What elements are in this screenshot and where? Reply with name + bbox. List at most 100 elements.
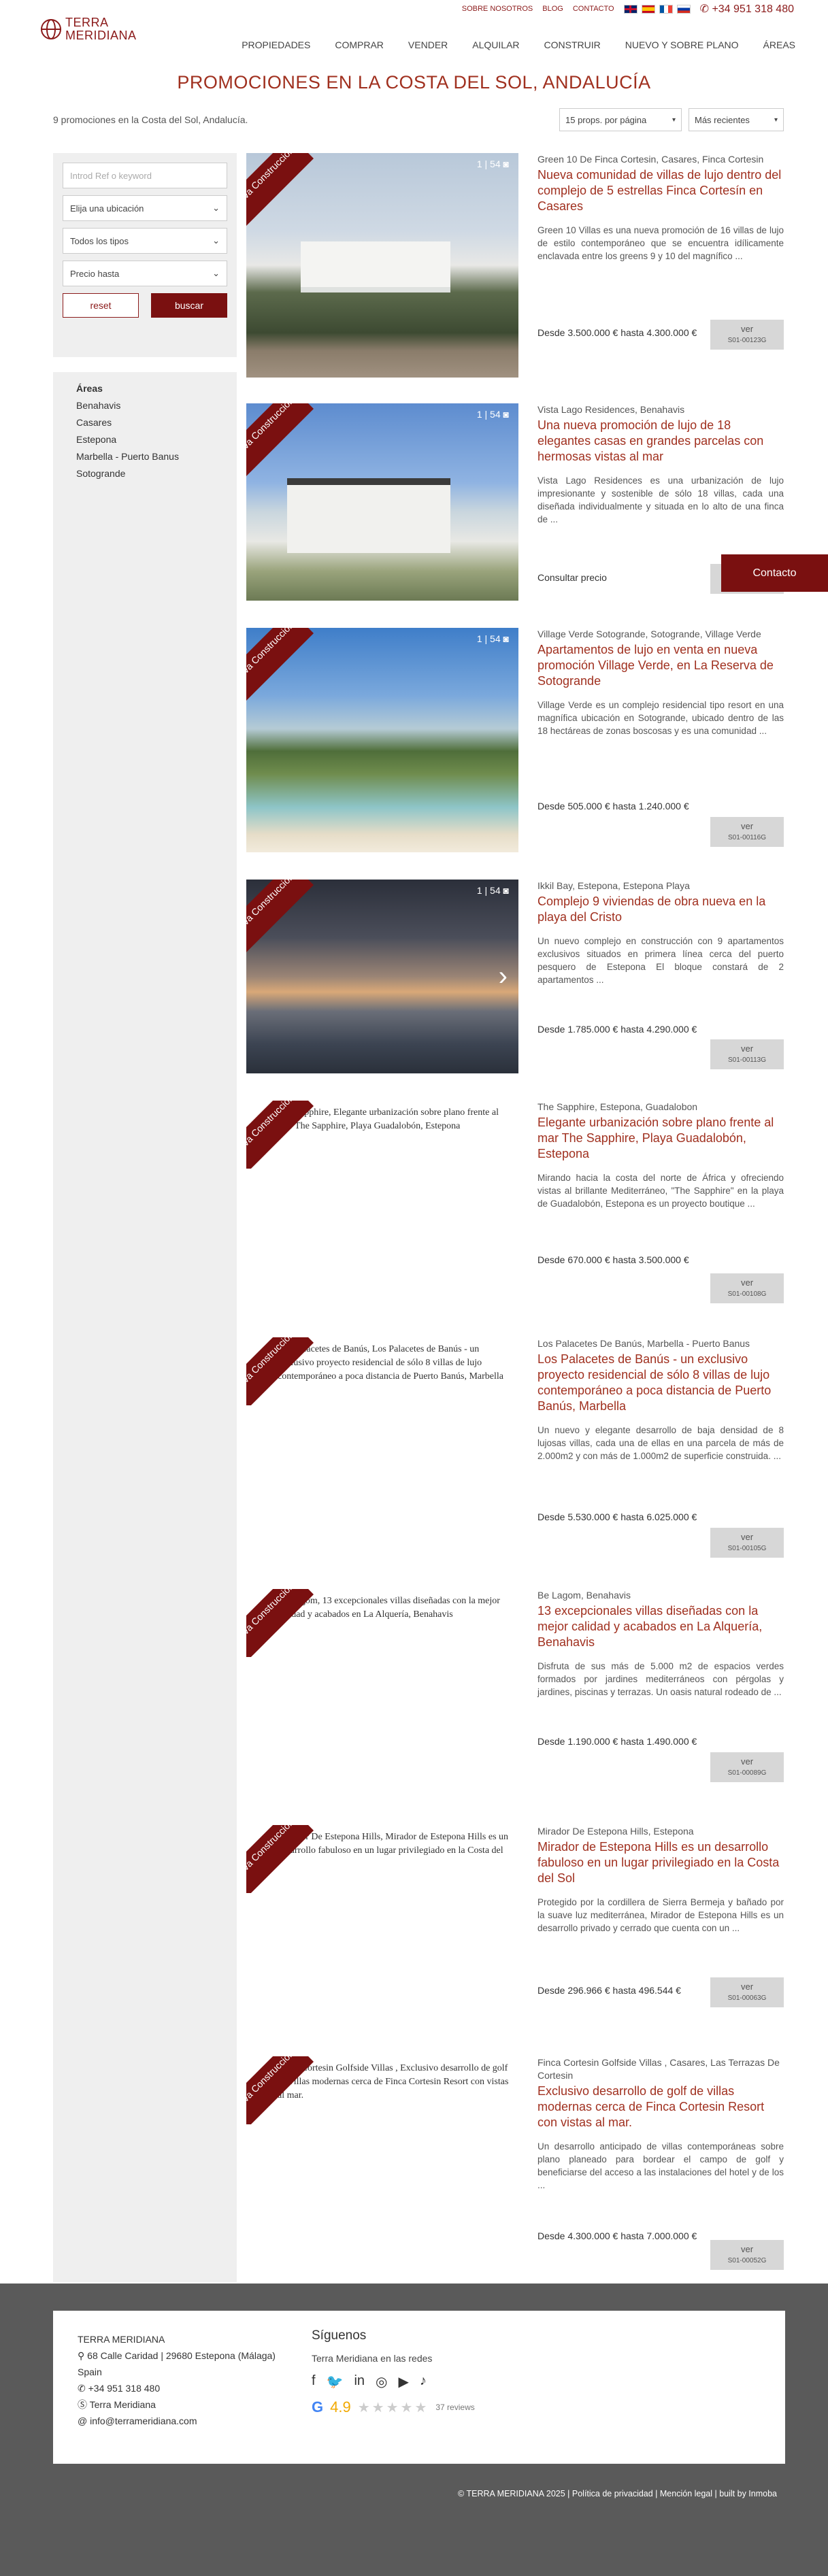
flag-uk-icon[interactable] [623, 4, 637, 14]
area-item[interactable]: Estepona [76, 434, 214, 445]
listing-description: Green 10 Villas es una nueva promoción d… [537, 225, 784, 261]
link-contacto[interactable]: CONTACTO [573, 5, 614, 13]
ver-button[interactable]: ver S01-00052G [710, 2240, 784, 2270]
footer-email[interactable]: @ info@terrameridiana.com [78, 2413, 282, 2429]
listing-photo[interactable]: Nueva Construcción 1 | 54 ◙ › [246, 880, 518, 1073]
listing-card: Finca Cortesin Golfside Villas , Exclusi… [246, 2056, 784, 2270]
nav-vender[interactable]: VENDER [408, 39, 448, 50]
listing-description: Un desarrollo anticipado de villas conte… [537, 2141, 784, 2190]
logo[interactable]: TERRA MERIDIANA [41, 16, 137, 42]
listing-description: Protegido por la cordillera de Sierra Be… [537, 1897, 784, 1933]
link-blog[interactable]: BLOG [542, 5, 563, 13]
sidebar: Introd Ref o keyword Elija una ubicación… [53, 153, 237, 2282]
listing-photo[interactable]: Nueva Construcción 1 | 54 ◙ [246, 153, 518, 378]
area-item[interactable]: Casares [76, 417, 214, 428]
villa-shape [301, 241, 450, 292]
nav-nuevo-sobre-plano[interactable]: NUEVO Y SOBRE PLANO [625, 39, 739, 50]
footer-skype[interactable]: Ⓢ Terra Meridiana [78, 2396, 282, 2413]
listing-photo[interactable]: Finca Cortesin Golfside Villas , Exclusi… [246, 2056, 518, 2124]
chevron-right-icon[interactable]: › [499, 961, 508, 992]
reset-button[interactable]: reset [63, 293, 139, 318]
buscar-button[interactable]: buscar [151, 293, 227, 318]
flag-fr-icon[interactable] [659, 4, 673, 14]
phone-link[interactable]: ✆ +34 951 318 480 [700, 2, 794, 16]
nav-propiedades[interactable]: PROPIEDADES [242, 39, 310, 50]
listing-title[interactable]: Exclusivo desarrollo de golf de villas m… [537, 2084, 784, 2130]
nav-comprar[interactable]: COMPRAR [335, 39, 384, 50]
contacto-button[interactable]: Contacto [721, 554, 828, 592]
area-item[interactable]: Marbella - Puerto Banus [76, 451, 214, 462]
ver-button[interactable]: ver S01-00116G [710, 817, 784, 847]
listing-price: Desde 505.000 € hasta 1.240.000 € [537, 801, 689, 812]
location-value: Elija una ubicación [70, 203, 144, 214]
footer-box: TERRA MERIDIANA ⚲ 68 Calle Caridad | 296… [53, 2311, 785, 2464]
google-rating[interactable]: G 4.9 ★★★★★ 37 reviews [312, 2398, 516, 2416]
nav-areas[interactable]: ÁREAS [763, 39, 795, 50]
ver-button[interactable]: ver S01-00113G [710, 1039, 784, 1069]
results-bar: 9 promociones en la Costa del Sol, Andal… [53, 108, 784, 131]
listing-price: Desde 1.190.000 € hasta 1.490.000 € [537, 1736, 697, 1747]
listing-photo[interactable]: The Sapphire, Elegante urbanización sobr… [246, 1101, 518, 1169]
listing-price: Desde 3.500.000 € hasta 4.300.000 € [537, 327, 697, 338]
instagram-icon[interactable]: ◎ [376, 2373, 387, 2390]
ver-button[interactable]: ver S01-00089G [710, 1752, 784, 1782]
listing-photo[interactable]: Mirador De Estepona Hills, Mirador de Es… [246, 1825, 518, 1893]
chevron-down-icon: ⌄ [212, 235, 220, 246]
footer-social: Síguenos Terra Meridiana en las redes f … [312, 2328, 516, 2416]
type-value: Todos los tipos [70, 235, 129, 246]
listing-photo[interactable]: Los Palacetes de Banús, Los Palacetes de… [246, 1337, 518, 1405]
twitter-icon[interactable]: 🐦 [327, 2373, 344, 2390]
ver-label: ver [740, 1277, 754, 1288]
new-construction-ribbon: Nueva Construcción [246, 1589, 314, 1657]
nav-construir[interactable]: CONSTRUIR [544, 39, 601, 50]
listing-location: Finca Cortesin Golfside Villas , Casares… [537, 2057, 780, 2081]
per-page-select[interactable]: 15 props. por página ▾ [559, 108, 682, 131]
per-page-value: 15 props. por página [565, 114, 647, 125]
listing-description: Village Verde es un complejo residencial… [537, 700, 784, 736]
listing-card: Los Palacetes de Banús, Los Palacetes de… [246, 1337, 784, 1558]
ver-button[interactable]: ver S01-00108G [710, 1273, 784, 1303]
facebook-icon[interactable]: f [312, 2373, 316, 2390]
type-select[interactable]: Todos los tipos ⌄ [63, 228, 227, 254]
ver-label: ver [740, 821, 754, 831]
listing-price: Consultar precio [537, 572, 607, 583]
phone-text: +34 951 318 480 [88, 2383, 161, 2394]
keyword-input[interactable]: Introd Ref o keyword [63, 163, 227, 188]
ver-button[interactable]: ver S01-00063G [710, 1977, 784, 2007]
sort-select[interactable]: Más recientes ▾ [689, 108, 784, 131]
link-sobre-nosotros[interactable]: SOBRE NOSOTROS [462, 5, 533, 13]
location-select[interactable]: Elija una ubicación ⌄ [63, 195, 227, 221]
photo-alt-text: Mirador De Estepona Hills, Mirador de Es… [278, 1832, 509, 1856]
youtube-icon[interactable]: ▶ [399, 2373, 409, 2390]
listing-photo[interactable]: Nueva Construcción 1 | 54 ◙ [246, 403, 518, 601]
listing-location: The Sapphire, Estepona, Guadalobon [537, 1101, 698, 1112]
ver-button[interactable]: ver S01-00105G [710, 1528, 784, 1558]
listing-title[interactable]: Elegante urbanización sobre plano frente… [537, 1115, 784, 1162]
listing-title[interactable]: Nueva comunidad de villas de lujo dentro… [537, 167, 784, 214]
footer-phone[interactable]: ✆ +34 951 318 480 [78, 2380, 282, 2396]
listing-title[interactable]: Una nueva promoción de lujo de 18 elegan… [537, 418, 784, 465]
listing-title[interactable]: Los Palacetes de Banús - un exclusivo pr… [537, 1352, 784, 1414]
price-select[interactable]: Precio hasta ⌄ [63, 261, 227, 286]
listing-photo[interactable]: Nueva Construcción 1 | 54 ◙ [246, 628, 518, 852]
nav-alquilar[interactable]: ALQUILAR [472, 39, 519, 50]
listing-photo[interactable]: Be Lagom, 13 excepcionales villas diseña… [246, 1589, 518, 1657]
listing-ref: S01-00063G [727, 1994, 767, 2002]
social-title: Síguenos [312, 2328, 367, 2343]
area-item[interactable]: Benahavis [76, 400, 214, 411]
listing-title[interactable]: Complejo 9 viviendas de obra nueva en la… [537, 894, 784, 925]
flag-ru-icon[interactable] [676, 4, 691, 14]
tiktok-icon[interactable]: ♪ [420, 2373, 427, 2390]
listing-title[interactable]: 13 excepcionales villas diseñadas con la… [537, 1603, 784, 1650]
review-count: 37 reviews [435, 2403, 475, 2412]
sidebar-divider [53, 357, 237, 372]
new-construction-ribbon: Nueva Construcción [246, 1825, 314, 1893]
area-item[interactable]: Sotogrande [76, 468, 214, 479]
ver-button[interactable]: ver S01-00123G [710, 320, 784, 350]
listing-title[interactable]: Mirador de Estepona Hills es un desarrol… [537, 1839, 784, 1886]
listing-card: Mirador De Estepona Hills, Mirador de Es… [246, 1825, 784, 2036]
flag-es-icon[interactable] [641, 4, 655, 14]
linkedin-icon[interactable]: in [354, 2373, 365, 2390]
skype-icon: Ⓢ [78, 2399, 87, 2410]
listing-title[interactable]: Apartamentos de lujo en venta en nueva p… [537, 642, 784, 689]
